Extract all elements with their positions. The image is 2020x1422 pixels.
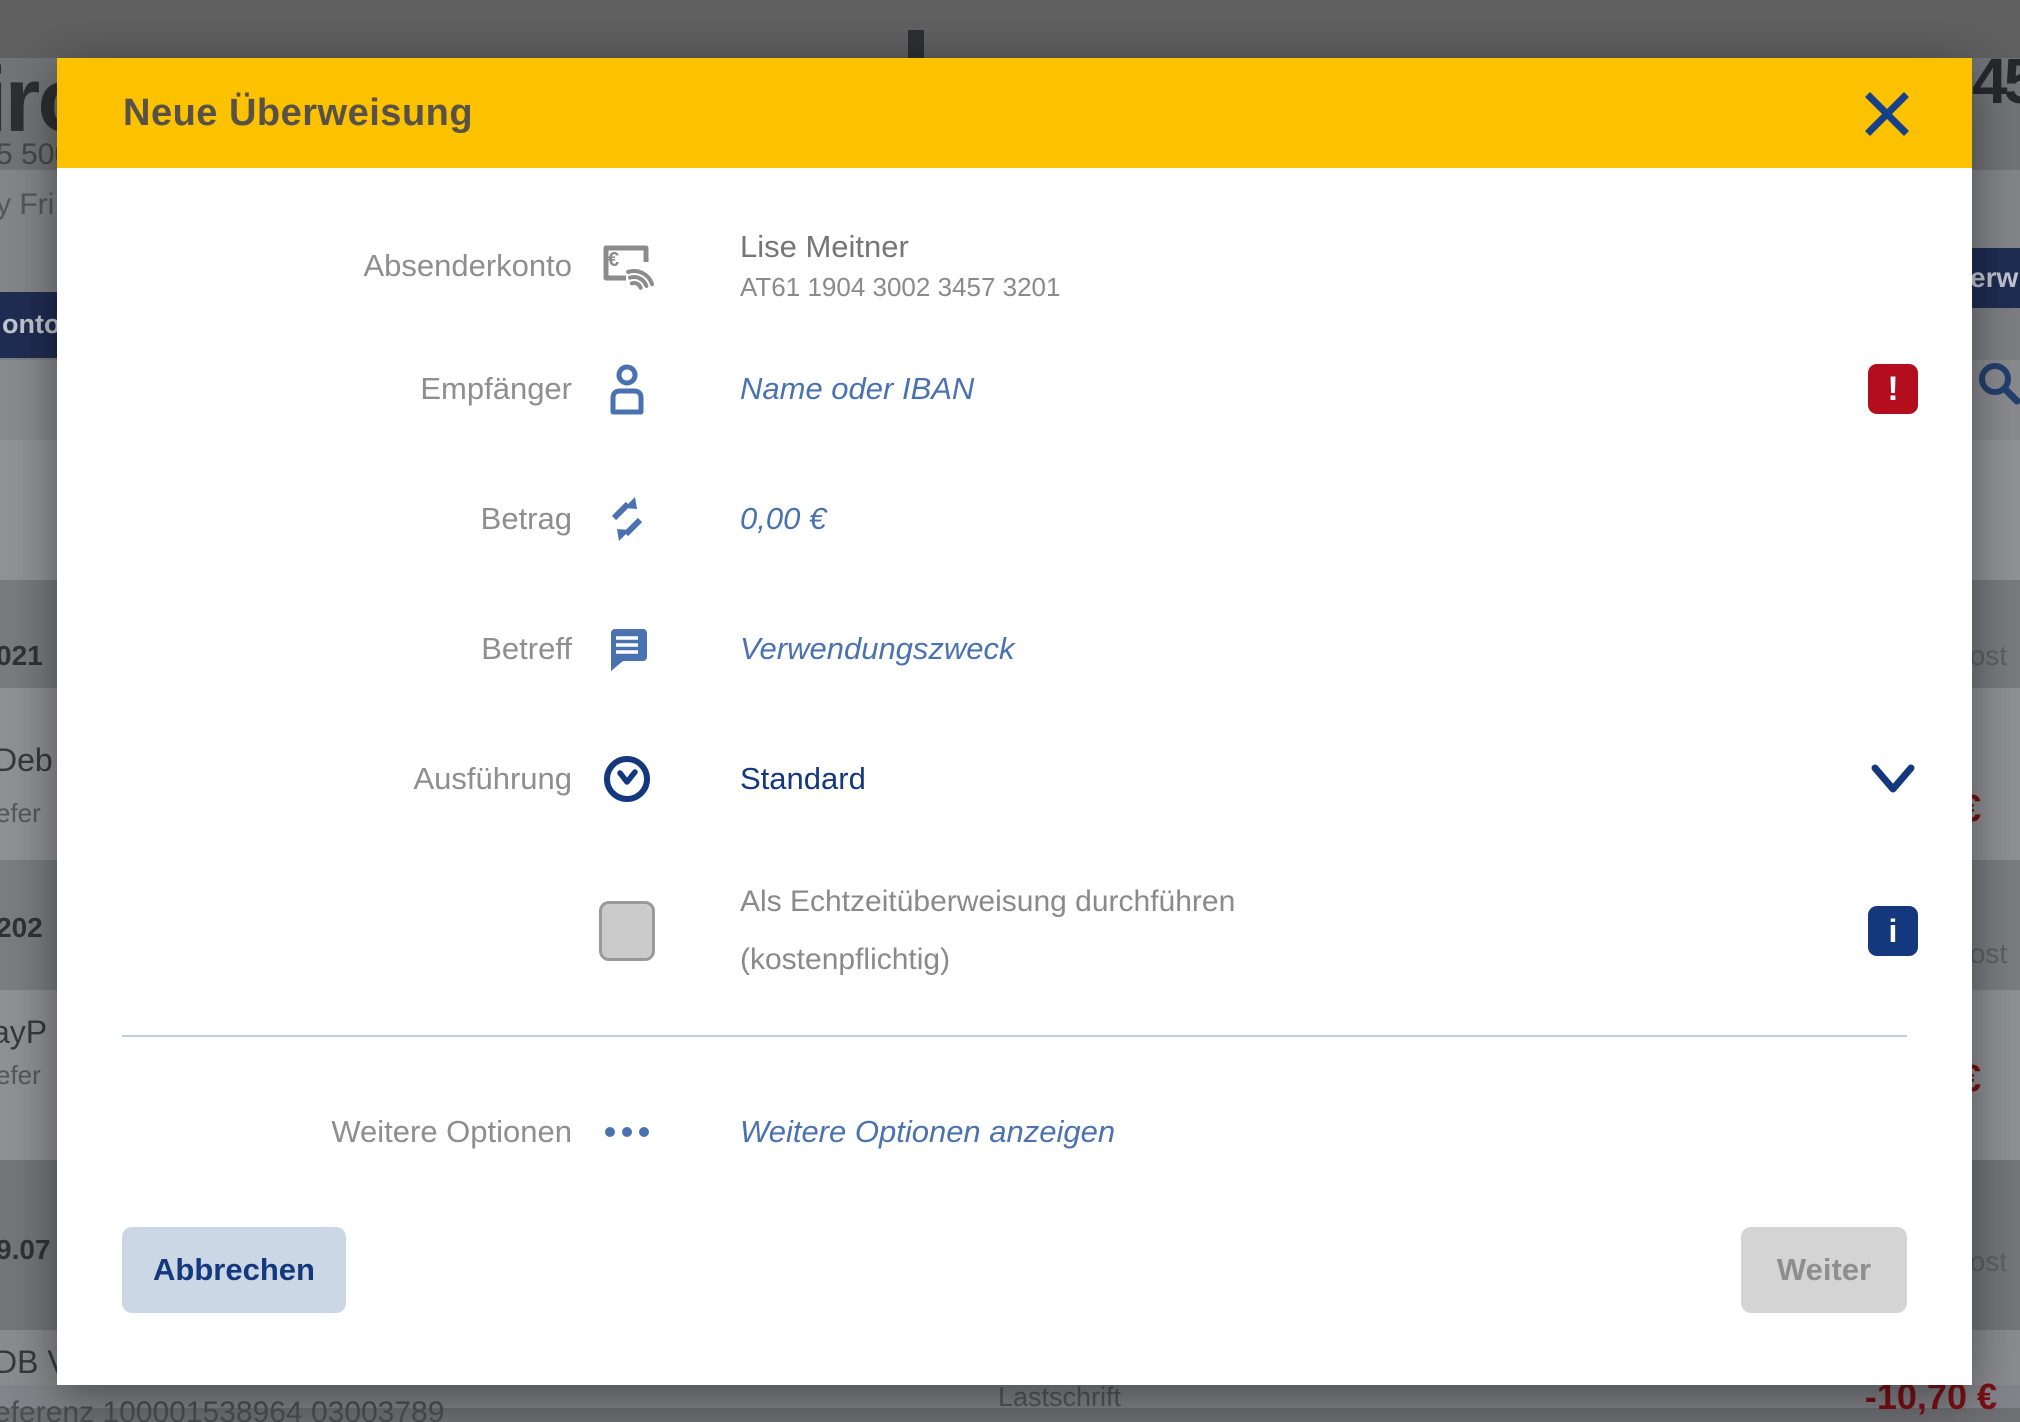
backdrop-balance-fragment: 45 (1972, 44, 2020, 118)
next-button[interactable]: Weiter (1741, 1227, 1907, 1313)
sender-iban: AT61 1904 3002 3457 3201 (740, 272, 1972, 303)
backdrop-reference-line: eferenz 100001538964 03003789 (0, 1396, 444, 1422)
account-card-icon: € (598, 238, 656, 294)
backdrop-merchant-fragment: Deb (0, 742, 53, 779)
backdrop-letter-stub (908, 30, 924, 58)
amount-label: Betrag (57, 501, 572, 537)
screen: iro 45 5 500 y Fri ontod erw 021 tost De… (0, 0, 2020, 1422)
backdrop-tab-konto: ontod (0, 292, 57, 358)
dialog-footer: Abbrechen Weiter (57, 1227, 1972, 1313)
more-options-link[interactable]: Weitere Optionen anzeigen (740, 1114, 1115, 1149)
cancel-button[interactable]: Abbrechen (122, 1227, 346, 1313)
backdrop-date-fragment: 021 (0, 640, 43, 672)
backdrop-reference-fragment: efer (0, 798, 41, 829)
sender-account-label: Absenderkonto (57, 248, 572, 284)
execution-select-value[interactable]: Standard (740, 761, 866, 796)
subject-label: Betreff (57, 631, 572, 667)
transfer-arrows-icon (601, 492, 653, 546)
amount-row: Betrag 0,00 € (57, 454, 1972, 584)
message-icon (601, 623, 653, 675)
more-options-label: Weitere Optionen (57, 1114, 572, 1150)
dialog-header: Neue Überweisung (57, 58, 1972, 168)
realtime-transfer-row: Als Echtzeitüberweisung durchführen (kos… (57, 844, 1972, 1018)
backdrop-owner-fragment: y Fri (0, 188, 54, 222)
sender-name: Lise Meitner (740, 229, 1972, 265)
search-icon (1976, 360, 2020, 406)
backdrop-reference-fragment: efer (0, 1060, 41, 1091)
close-icon[interactable] (1864, 91, 1910, 137)
subject-input[interactable]: Verwendungszweck (740, 631, 1015, 666)
recipient-row: Empfänger Name oder IBAN ! (57, 324, 1972, 454)
sender-account-value[interactable]: Lise Meitner AT61 1904 3002 3457 3201 (682, 229, 1972, 303)
transfer-dialog: Neue Überweisung Absenderkonto € (57, 58, 1972, 1385)
chevron-down-icon[interactable] (1868, 761, 1918, 797)
error-badge-icon[interactable]: ! (1868, 364, 1918, 414)
person-icon (601, 362, 653, 416)
ellipsis-icon (605, 1127, 649, 1137)
execution-label: Ausführung (57, 761, 572, 797)
svg-text:€: € (608, 249, 619, 271)
clock-icon (600, 752, 654, 806)
backdrop-band (0, 0, 2020, 58)
amount-input[interactable]: 0,00 € (740, 501, 826, 536)
info-badge-icon[interactable]: i (1868, 906, 1918, 956)
sender-account-row: Absenderkonto € Lise Meitner AT61 1904 3… (57, 208, 1972, 324)
backdrop-merchant-fragment: ayP (0, 1014, 47, 1051)
execution-row: Ausführung Standard (57, 714, 1972, 844)
backdrop-date-fragment: 202 (0, 912, 43, 944)
recipient-label: Empfänger (57, 371, 572, 407)
realtime-label-line1: Als Echtzeitüberweisung durchführen (740, 873, 1868, 931)
subject-row: Betreff Verwendungszweck (57, 584, 1972, 714)
more-options-row: Weitere Optionen Weitere Optionen anzeig… (57, 1037, 1972, 1227)
recipient-input[interactable]: Name oder IBAN (740, 371, 974, 406)
realtime-checkbox[interactable] (599, 901, 655, 961)
backdrop-type-label: Lastschrift (998, 1382, 1121, 1413)
dialog-title: Neue Überweisung (123, 92, 473, 135)
realtime-label-line2: (kostenpflichtig) (740, 931, 1868, 989)
backdrop-date-fragment: 9.07 (0, 1234, 51, 1266)
